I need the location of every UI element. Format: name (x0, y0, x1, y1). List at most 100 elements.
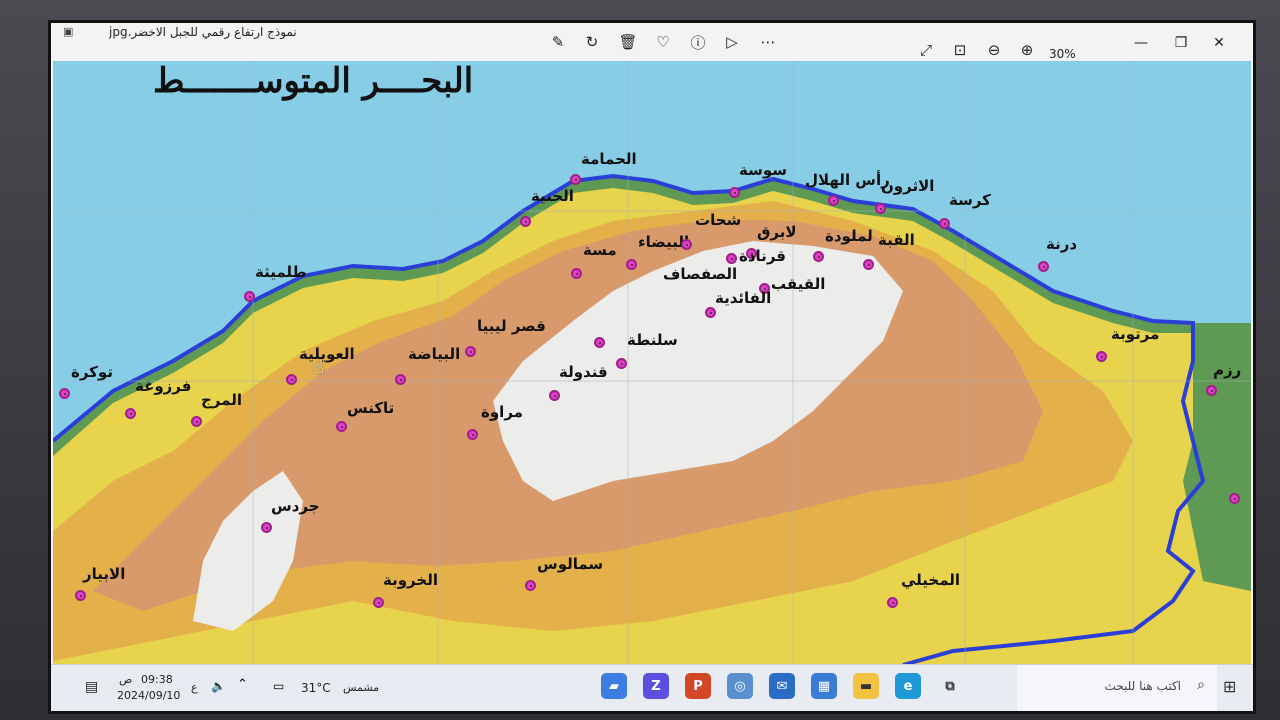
town-dot (336, 421, 347, 432)
expand-icon[interactable]: ⤢ (915, 39, 937, 61)
town-label: القبة (878, 231, 915, 249)
photos-app-icon: ▣ (63, 25, 74, 38)
town-label: جردس (271, 497, 320, 515)
file-explorer-taskbar-icon[interactable]: ▬ (853, 673, 879, 699)
zoom-level: 30% (1049, 47, 1076, 61)
task-view-icon[interactable]: ⧉ (937, 673, 963, 699)
weather-text: مشمس (343, 681, 380, 694)
town-dot (395, 374, 406, 385)
edit-icon[interactable]: ✎ (547, 31, 569, 53)
search-icon: ⌕ (1197, 677, 1205, 693)
more-icon[interactable]: ⋯ (757, 31, 779, 53)
town-label: قرنادة (739, 247, 786, 265)
town-dot (863, 259, 874, 270)
search-box[interactable]: اكتب هنا للبحث ⌕ (1017, 665, 1217, 711)
maximize-button[interactable]: ❐ (1169, 33, 1193, 53)
town-dot (125, 408, 136, 419)
volume-icon[interactable]: 🔈 (211, 679, 226, 693)
town-dot (594, 337, 605, 348)
app-taskbar-icon[interactable]: ◎ (727, 673, 753, 699)
minimize-button[interactable]: — (1129, 33, 1153, 53)
town-dot (939, 218, 950, 229)
town-label: شحات (695, 211, 742, 229)
info-icon[interactable]: ⓘ (687, 31, 709, 53)
town-label: القيقب (771, 275, 826, 293)
town-label: الفائدية (715, 289, 772, 307)
town-dot (465, 346, 476, 357)
elevation-map: البحــــر المتوســـــــط الحمامة سوسة رأ… (53, 61, 1251, 665)
town-dot (1229, 493, 1240, 504)
town-dot (681, 239, 692, 250)
town-dot (726, 253, 737, 264)
town-dot (626, 259, 637, 270)
town-dot (467, 429, 478, 440)
title-bar: ▣ نموذج ارتفاع رقمي للجبل الاخضر.jpg ✎ ↻… (51, 23, 1253, 61)
town-label: فرزوغة (135, 377, 192, 395)
edge-taskbar-icon[interactable]: e (895, 673, 921, 699)
zoom-taskbar-icon[interactable]: Z (643, 673, 669, 699)
notification-icon[interactable]: ▤ (85, 679, 98, 695)
map-graphic (53, 61, 1251, 665)
town-dot (616, 358, 627, 369)
town-label: قندولة (559, 363, 608, 381)
favorite-icon[interactable]: ♡ (652, 31, 674, 53)
town-label: قصر ليبيا (477, 317, 546, 335)
search-placeholder: اكتب هنا للبحث (1104, 679, 1181, 693)
town-dot (570, 174, 581, 185)
rotate-icon[interactable]: ↻ (581, 31, 603, 53)
town-label: الحمامة (581, 150, 637, 168)
town-dot (59, 388, 70, 399)
fit-icon[interactable]: ⊡ (949, 39, 971, 61)
town-dot (75, 590, 86, 601)
mouse-cursor-icon: ☝ (313, 357, 324, 378)
store-taskbar-icon[interactable]: ▦ (811, 673, 837, 699)
town-dot (525, 580, 536, 591)
town-label: الخروبة (383, 571, 438, 589)
town-dot (887, 597, 898, 608)
town-dot (549, 390, 560, 401)
town-dot (813, 251, 824, 262)
town-label: الصفصاف (663, 265, 738, 283)
town-label: الحنية (531, 187, 574, 205)
town-label: مرتوبة (1111, 325, 1160, 343)
town-dot (286, 374, 297, 385)
town-label: المخيلي (901, 571, 961, 589)
town-dot (520, 216, 531, 227)
town-dot (571, 268, 582, 279)
town-label: لابرق (757, 223, 797, 241)
town-label: مراوة (481, 403, 523, 421)
photos-app-window: ▣ نموذج ارتفاع رقمي للجبل الاخضر.jpg ✎ ↻… (48, 20, 1256, 714)
zoom-in-icon[interactable]: ⊕ (1016, 39, 1038, 61)
monitor: ▣ نموذج ارتفاع رقمي للجبل الاخضر.jpg ✎ ↻… (0, 0, 1280, 720)
clock-date: 2024/09/10 (117, 689, 181, 702)
town-dot (261, 522, 272, 533)
clock-time: 09:38 (141, 673, 173, 686)
mail-taskbar-icon[interactable]: ✉ (769, 673, 795, 699)
town-label: البياضة (408, 345, 461, 363)
chevron-up-icon[interactable]: ⌃ (237, 677, 248, 692)
close-button[interactable]: ✕ (1207, 33, 1231, 53)
town-label: سوسة (739, 161, 788, 179)
town-label: توكرة (71, 363, 113, 381)
town-label: كرسة (949, 191, 991, 209)
town-dot (1206, 385, 1217, 396)
weather-icon: ▭ (273, 679, 285, 693)
taskbar: ▤ ص 09:38 2024/09/10 ع 🔈 ⌃ ▭ 31°C مشمس ▰… (51, 664, 1253, 711)
delete-icon[interactable]: 🗑 (617, 31, 639, 53)
powerpoint-taskbar-icon[interactable]: P (685, 673, 711, 699)
town-label: رزم (1213, 361, 1242, 379)
town-dot (875, 203, 886, 214)
file-name: نموذج ارتفاع رقمي للجبل الاخضر.jpg (109, 25, 297, 39)
town-dot (1038, 261, 1049, 272)
language-indicator[interactable]: ع (191, 681, 198, 694)
town-label: العويلية (299, 345, 355, 363)
sea-label: البحــــر المتوســـــــط (153, 61, 474, 101)
town-dot (191, 416, 202, 427)
town-label: الابيار (83, 565, 126, 583)
photos-taskbar-icon[interactable]: ▰ (601, 673, 627, 699)
town-dot (1096, 351, 1107, 362)
zoom-out-icon[interactable]: ⊖ (983, 39, 1005, 61)
slideshow-icon[interactable]: ▷ (721, 31, 743, 53)
town-label: مسة (583, 241, 617, 259)
start-windows-icon[interactable]: ⊞ (1223, 677, 1236, 696)
